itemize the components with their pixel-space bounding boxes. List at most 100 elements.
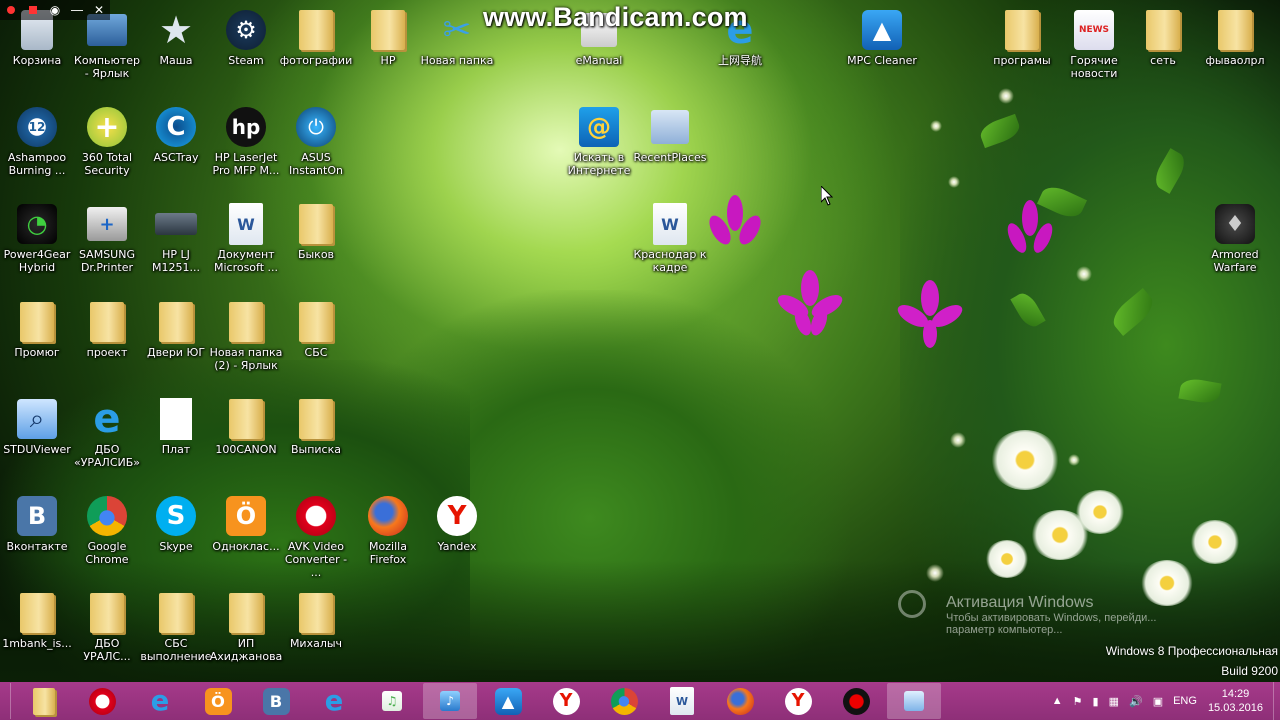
taskbar-button-ie[interactable]: e	[307, 683, 361, 719]
desktop-icon[interactable]: 12 Ashampoo Burning ...	[0, 105, 74, 177]
desktop-icon-image: S	[154, 494, 198, 538]
desktop-icon[interactable]: +360 Total Security	[70, 105, 144, 177]
taskbar-button-file-explorer[interactable]	[17, 683, 71, 719]
desktop-icon[interactable]: RecentPlaces	[633, 105, 707, 164]
taskbar-button-yandex[interactable]: Y	[539, 683, 593, 719]
desktop-icon[interactable]: фываолрл	[1198, 8, 1272, 67]
taskbar-button-firefox[interactable]	[713, 683, 767, 719]
desktop-icon[interactable]: Быков	[279, 202, 353, 261]
desktop-icon[interactable]: ИП Ахиджанова	[209, 591, 283, 663]
desktop-icon[interactable]: e ДБО «УРАЛСИБ»	[70, 396, 144, 469]
desktop-icon-label: HP LJ M1251...	[152, 248, 200, 274]
tray-overflow-icon[interactable]: ▲	[1052, 695, 1063, 707]
desktop-icon[interactable]: Михалыч	[279, 591, 353, 650]
taskbar-button-opera[interactable]	[75, 683, 129, 719]
desktop-icon[interactable]: Выписка	[279, 397, 353, 456]
desktop-icon[interactable]: Промюг	[0, 300, 74, 359]
folder-icon	[159, 593, 193, 633]
desktop-icon-label: 1mbank_is...	[2, 637, 72, 650]
taskbar-button-odnoklassniki[interactable]: Ö	[191, 683, 245, 719]
recorder-pause-button[interactable]	[0, 0, 22, 20]
desktop-icon[interactable]: hp HP LaserJet Pro MFP M...	[209, 105, 283, 177]
desktop-icon-label: проект	[86, 346, 128, 359]
recorder-close-button[interactable]: ✕	[88, 0, 110, 20]
network-icon[interactable]: ▦	[1109, 695, 1119, 708]
firefox-icon	[726, 687, 754, 715]
desktop-icon[interactable]: ◔ Power4Gear Hybrid	[0, 202, 74, 274]
yandex-icon: Y	[552, 687, 580, 715]
odnoklassniki-icon: Ö	[226, 496, 266, 536]
desktop-icon[interactable]: Новая папка (2) - Ярлык	[209, 300, 283, 372]
desktop-icon[interactable]: проект	[70, 300, 144, 359]
monitor-icon[interactable]: ▣	[1153, 695, 1163, 708]
desktop-icon[interactable]: фотографии	[279, 8, 353, 67]
recorder-screenshot-button[interactable]: ◉	[44, 0, 66, 20]
desktop-icon[interactable]: програмы	[985, 8, 1059, 67]
desktop-icon[interactable]: W Документ Microsoft ...	[209, 202, 283, 274]
desktop-icon[interactable]: HP	[351, 8, 425, 67]
desktop-icon[interactable]: @ Искать в Интернете	[562, 105, 636, 177]
taskbar-button-audio[interactable]: ♪	[423, 683, 477, 719]
taskbar-button-chrome[interactable]: ●	[597, 683, 651, 719]
desktop-icon[interactable]: HP LJ M1251...	[139, 202, 213, 274]
desktop-icon[interactable]: СБС	[279, 300, 353, 359]
taskbar-button-bandicam-record[interactable]	[829, 683, 883, 719]
desktop-icon[interactable]: СБС выполнение	[139, 591, 213, 663]
desktop-icon-label: SAMSUNG Dr.Printer	[79, 248, 135, 274]
desktop-icon-label: Двери ЮГ	[146, 346, 206, 359]
show-desktop-edge[interactable]	[0, 683, 11, 719]
desktop-icon[interactable]: Ö Одноклас...	[209, 494, 283, 553]
desktop-icon[interactable]: ▲ MPC Cleaner	[845, 8, 919, 67]
show-desktop-button[interactable]	[1273, 682, 1280, 720]
desktop-icon[interactable]: B Вконтакте	[0, 494, 74, 553]
desktop-icon[interactable]: S Skype	[139, 494, 213, 553]
desktop-icon[interactable]: ДБО УРАЛС...	[70, 591, 144, 663]
audio-icon: ♪	[439, 690, 461, 712]
power-icon[interactable]: ▮	[1093, 695, 1099, 708]
desktop-icon-label: 上网导航	[718, 54, 762, 67]
windows-edition: Windows 8 Профессиональная	[1105, 644, 1278, 658]
taskbar-button-vk[interactable]: B	[249, 683, 303, 719]
desktop-icon[interactable]: Y Yandex	[420, 494, 494, 553]
desktop-icon[interactable]: ⏻ ASUS InstantOn	[279, 105, 353, 177]
desktop-icon[interactable]: 1mbank_is...	[0, 591, 74, 650]
language-indicator[interactable]: ENG	[1173, 695, 1197, 707]
desktop-icon[interactable]: NEWS Горячие новости	[1057, 8, 1131, 80]
taskbar-apps: e Ö Be ♫ ♪ ▲ Y ● W Y	[17, 683, 945, 719]
taskbar-button-document[interactable]: W	[655, 683, 709, 719]
desktop-icon[interactable]: Mozilla Firefox	[351, 494, 425, 566]
desktop-icon-label: RecentPlaces	[633, 151, 707, 164]
clock[interactable]: 14:29 15.03.2016	[1208, 687, 1263, 715]
desktop-icon[interactable]: Двери ЮГ	[139, 300, 213, 359]
taskbar-button-yandex[interactable]: Y	[771, 683, 825, 719]
desktop-icon[interactable]: ★ Маша	[139, 8, 213, 67]
desktop-icon[interactable]: Плат	[139, 397, 213, 456]
taskbar-button-mpc-cleaner[interactable]: ▲	[481, 683, 535, 719]
document-icon: W	[653, 203, 687, 245]
taskbar-button-music[interactable]: ♫	[365, 683, 419, 719]
desktop-icon[interactable]: ⌕ STDUViewer	[0, 397, 74, 456]
desktop-icon[interactable]: W Краснодар к кадре	[633, 202, 707, 274]
desktop-icon-image	[1213, 8, 1257, 52]
chrome-icon: ●	[87, 496, 127, 536]
desktop-icon[interactable]: AVK Video Converter - ...	[279, 494, 353, 579]
mouse-cursor-icon	[821, 186, 833, 206]
desktop-icon[interactable]: C ASCTray	[139, 105, 213, 164]
desktop-icon[interactable]: ⚙ Steam	[209, 8, 283, 67]
activation-text: Чтобы активировать Windows, перейди...	[946, 612, 1157, 624]
action-center-flag-icon[interactable]: ⚑	[1073, 695, 1083, 708]
recorder-minimize-button[interactable]: ―	[66, 0, 88, 20]
desktop-icon[interactable]: 100CANON	[209, 397, 283, 456]
taskbar-button-control-panel[interactable]	[887, 683, 941, 719]
desktop-icon-image: W	[224, 202, 268, 246]
desktop-icon[interactable]: ● Google Chrome	[70, 494, 144, 566]
ie-icon: e	[93, 396, 121, 442]
recorder-stop-button[interactable]	[22, 0, 44, 20]
desktop-icon[interactable]: сеть	[1126, 8, 1200, 67]
taskbar-button-ie[interactable]: e	[133, 683, 187, 719]
odnoklassniki-icon: Ö	[204, 687, 232, 715]
desktop-icon[interactable]: ♦ Armored Warfare	[1198, 202, 1272, 274]
sparkle-decoration	[930, 120, 942, 132]
desktop-icon[interactable]: + SAMSUNG Dr.Printer	[70, 202, 144, 274]
volume-icon[interactable]: 🔊	[1129, 695, 1143, 708]
